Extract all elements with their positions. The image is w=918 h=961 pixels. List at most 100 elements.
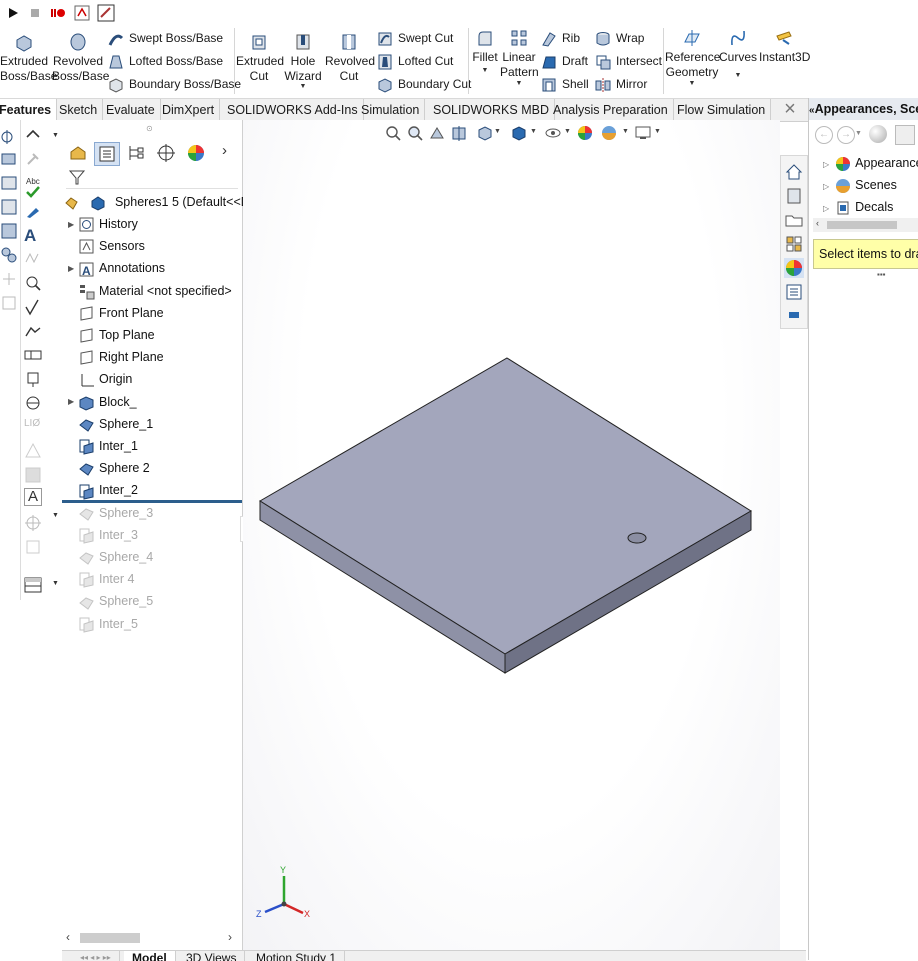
- scroll-left-icon[interactable]: ‹: [66, 930, 70, 944]
- note-icon[interactable]: [0, 222, 18, 240]
- boundary-boss-button[interactable]: Boundary Boss/Base: [107, 74, 241, 94]
- balloon-icon[interactable]: [0, 246, 18, 264]
- block-dropdown-icon[interactable]: ▼: [52, 512, 59, 519]
- surface-finish-icon[interactable]: [24, 298, 42, 316]
- zoom-to-area-icon[interactable]: [406, 124, 424, 142]
- tab-simulation[interactable]: Simulation: [356, 99, 426, 121]
- tab-flow-simulation[interactable]: Flow Simulation: [672, 99, 772, 121]
- tree-item[interactable]: Material <not specified>: [68, 280, 232, 302]
- scroll-right-icon[interactable]: ›: [228, 930, 232, 944]
- close-icon[interactable]: ×: [780, 99, 800, 120]
- display-icon[interactable]: [0, 150, 18, 168]
- draft-button[interactable]: Draft: [540, 51, 588, 71]
- tab-dimxpert[interactable]: DimXpert: [157, 99, 221, 121]
- home-icon[interactable]: [784, 162, 804, 182]
- hide-show-dropdown-icon[interactable]: ▼: [564, 128, 571, 135]
- boundary-cut-button[interactable]: Boundary Cut: [376, 74, 471, 94]
- instant3d-button[interactable]: Instant3D: [759, 28, 810, 65]
- datum-feature-icon[interactable]: [24, 370, 42, 388]
- tree-item[interactable]: ▶ History: [68, 213, 138, 235]
- tree-item[interactable]: Inter_3: [68, 524, 138, 546]
- sphere-preview-icon[interactable]: [869, 125, 887, 143]
- hole-callout-icon[interactable]: [0, 294, 18, 312]
- rollback-bar[interactable]: [62, 500, 242, 503]
- tree-item[interactable]: Front Plane: [68, 302, 164, 324]
- linear-pattern-dropdown-icon[interactable]: ▼: [500, 80, 538, 88]
- tree-item[interactable]: Sphere_4: [68, 546, 153, 568]
- weld-symbol-icon[interactable]: [24, 322, 42, 340]
- apply-scene-dropdown-icon[interactable]: ▼: [622, 128, 629, 135]
- extruded-cut-button[interactable]: Extruded Cut: [236, 32, 284, 84]
- extruded-boss-button[interactable]: Extruded Boss/Base: [0, 32, 57, 84]
- add-folder-icon[interactable]: [895, 125, 915, 145]
- appearance-item[interactable]: ▷ Appearance: [823, 153, 918, 173]
- custom-properties-icon[interactable]: [784, 282, 804, 302]
- curves-button[interactable]: Curves ▼: [719, 28, 757, 87]
- design-library-icon[interactable]: [784, 186, 804, 206]
- tree-item[interactable]: Inter_5: [68, 613, 138, 635]
- panel-grip-icon[interactable]: ⊙: [146, 124, 153, 133]
- hammer-icon[interactable]: [24, 150, 42, 168]
- hatch-icon[interactable]: [24, 466, 42, 484]
- back-icon[interactable]: ←: [815, 126, 833, 144]
- chevron-right-icon[interactable]: ›: [222, 142, 227, 159]
- smart-dimension-icon[interactable]: [0, 128, 18, 146]
- previous-view-icon[interactable]: [428, 124, 446, 142]
- tree-item[interactable]: Sphere_3: [68, 502, 153, 524]
- file-explorer-icon[interactable]: [784, 210, 804, 230]
- scroll-left-icon[interactable]: ‹: [816, 218, 819, 228]
- block-icon[interactable]: A: [24, 488, 42, 506]
- revolved-boss-button[interactable]: Revolved Boss/Base: [52, 32, 109, 84]
- intersect-button[interactable]: Intersect: [594, 51, 662, 71]
- scroll-thumb[interactable]: [827, 221, 897, 229]
- centerline-icon[interactable]: LIØ: [24, 418, 40, 429]
- feature-manager-tab-icon[interactable]: [66, 142, 90, 164]
- apply-scene-icon[interactable]: [600, 124, 618, 142]
- view-settings-icon[interactable]: [634, 124, 652, 142]
- resize-grip-icon[interactable]: ▪▪▪: [877, 270, 886, 279]
- center-icon[interactable]: [24, 514, 42, 532]
- wrap-button[interactable]: Wrap: [594, 28, 644, 48]
- tree-item[interactable]: ▶ A Annotations: [68, 257, 165, 279]
- table-icon[interactable]: [24, 576, 42, 594]
- tree-item[interactable]: Right Plane: [68, 346, 164, 368]
- display-style-dropdown-icon[interactable]: ▼: [530, 128, 537, 135]
- tab-features[interactable]: Features: [0, 99, 58, 121]
- filter-bar[interactable]: [66, 166, 238, 189]
- display-manager-tab-icon[interactable]: [184, 142, 208, 164]
- checkmark-icon[interactable]: [24, 183, 42, 201]
- model-items-icon[interactable]: [0, 198, 18, 216]
- spell-check-icon[interactable]: [0, 174, 18, 192]
- tree-item[interactable]: Inter_1: [68, 435, 138, 457]
- dimxpert-manager-tab-icon[interactable]: [154, 142, 178, 164]
- gtol-icon[interactable]: [24, 346, 42, 364]
- tab-evaluate[interactable]: Evaluate: [101, 99, 161, 121]
- record-icon[interactable]: [48, 4, 66, 22]
- zoom-to-fit-icon[interactable]: [384, 124, 402, 142]
- line-icon[interactable]: [24, 128, 42, 146]
- expand-arrow-icon[interactable]: ▶: [68, 214, 78, 236]
- solidworks-forum-icon[interactable]: [784, 306, 804, 326]
- view-orientation-dropdown-icon[interactable]: ▼: [494, 128, 501, 135]
- tab-analysis-preparation[interactable]: Analysis Preparation: [548, 99, 674, 121]
- scroll-thumb[interactable]: [80, 933, 140, 943]
- hole-wizard-dropdown-icon[interactable]: ▼: [282, 83, 324, 90]
- tree-item[interactable]: Sphere_5: [68, 590, 153, 612]
- expand-arrow-icon[interactable]: ▶: [68, 391, 78, 413]
- tree-root-item[interactable]: Spheres1 5 (Default<<D: [64, 191, 250, 213]
- shell-button[interactable]: Shell: [540, 74, 589, 94]
- decals-item[interactable]: ▷ Decals: [823, 197, 893, 217]
- run-icon[interactable]: [4, 4, 22, 22]
- tab-solidworks-mbd[interactable]: SOLIDWORKS MBD: [428, 99, 555, 121]
- tree-item[interactable]: Sensors: [68, 235, 145, 257]
- table-dropdown-icon[interactable]: ▼: [52, 580, 59, 587]
- tree-item[interactable]: Sphere 2: [68, 457, 150, 479]
- revolved-cut-button[interactable]: Revolved Cut: [325, 32, 375, 84]
- rib-button[interactable]: Rib: [540, 28, 580, 48]
- history-dropdown-icon[interactable]: ▼: [855, 130, 862, 137]
- fillet-button[interactable]: Fillet ▼: [470, 28, 500, 77]
- mirror-button[interactable]: Mirror: [594, 74, 647, 94]
- fillet-dropdown-icon[interactable]: ▼: [470, 65, 500, 77]
- revision-icon[interactable]: [24, 538, 42, 556]
- center-mark-icon[interactable]: [24, 442, 42, 460]
